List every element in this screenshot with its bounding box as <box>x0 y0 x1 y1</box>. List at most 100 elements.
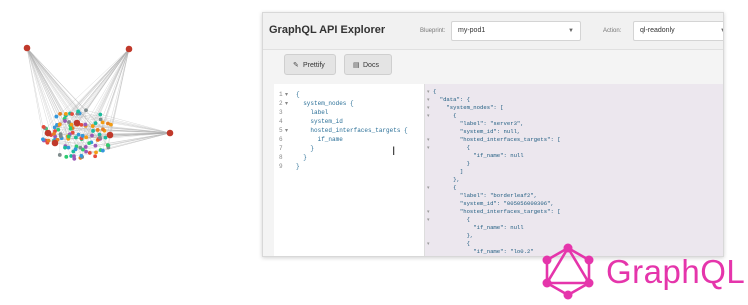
result-text: "if_name": null <box>433 152 524 159</box>
graph-node <box>41 137 45 141</box>
editor-code: } <box>296 144 314 153</box>
graph-node <box>64 112 68 116</box>
result-line: "if_name": "lo0.2" <box>433 248 534 256</box>
graph-hub-node <box>107 132 114 139</box>
result-line: ▾ "hosted_interfaces_targets": [ <box>433 136 561 144</box>
result-text: "hosted_interfaces_targets": [ <box>433 208 561 215</box>
chevron-down-icon: ▼ <box>568 28 574 34</box>
result-line: "if_name": null <box>433 152 524 160</box>
result-text: "label": "borderleaf2", <box>433 192 537 199</box>
graph-node <box>98 113 102 117</box>
text-cursor-icon: I <box>392 144 402 158</box>
graph-hub-node <box>126 46 133 53</box>
result-text: { <box>433 88 436 95</box>
fold-toggle-icon[interactable]: ▾ <box>427 208 430 216</box>
graph-node <box>70 112 74 116</box>
blueprint-label: Blueprint: <box>420 28 445 34</box>
action-label: Action: <box>603 28 621 34</box>
fold-toggle-icon[interactable]: ▾ <box>427 240 430 248</box>
result-text: { <box>433 240 470 247</box>
result-text: } <box>433 160 470 167</box>
result-text: { <box>433 112 457 119</box>
graph-node <box>106 143 110 147</box>
result-text: "data": { <box>433 96 470 103</box>
line-number: 8 <box>279 153 293 162</box>
graph-node <box>79 146 83 150</box>
result-text: "system_id": "005056000306", <box>433 200 554 207</box>
editor-code: system_id <box>296 117 343 126</box>
result-line: ▾ { <box>433 144 470 152</box>
graph-node <box>77 133 81 137</box>
graph-node <box>70 123 74 127</box>
docs-label: Docs <box>363 62 379 69</box>
graph-node <box>94 121 98 125</box>
graph-node <box>94 151 98 155</box>
graph-hub-node <box>24 45 31 52</box>
fold-toggle-icon[interactable]: ▾ <box>427 104 430 112</box>
editor-code: } <box>296 153 307 162</box>
network-graph <box>0 30 200 210</box>
prettify-button[interactable]: ✎Prettify <box>284 54 336 75</box>
blueprint-select[interactable]: my-pod1 ▼ <box>451 21 581 41</box>
result-line: ▾ { <box>433 184 457 192</box>
graph-edge <box>27 48 98 130</box>
graph-node <box>76 110 80 114</box>
query-editor[interactable]: 1▾{2▾ system_nodes {3 label4 system_id5▾… <box>274 84 425 256</box>
editor-code: { <box>296 90 300 99</box>
graph-edge <box>27 48 58 130</box>
result-text: { <box>433 216 470 223</box>
graph-node <box>83 123 87 127</box>
fold-toggle-icon[interactable]: ▾ <box>427 136 430 144</box>
result-line: ▾ "hosted_interfaces_targets": [ <box>433 208 561 216</box>
result-text: "label": "server3", <box>433 120 524 127</box>
graph-node <box>58 123 62 127</box>
action-value: ql-readonly <box>640 27 675 34</box>
graph-hub-node <box>45 130 52 137</box>
result-text: "system_nodes": [ <box>433 104 504 111</box>
result-line: ] <box>433 168 463 176</box>
graph-node <box>94 144 98 148</box>
editor-code: system_nodes { <box>296 99 354 108</box>
fold-toggle-icon[interactable]: ▾ <box>427 112 430 120</box>
graphql-explorer-window: GraphQL API Explorer Blueprint: my-pod1 … <box>262 12 724 257</box>
graph-node <box>42 125 46 129</box>
graph-node <box>84 150 88 154</box>
graph-node <box>81 134 85 138</box>
graph-node <box>91 129 95 133</box>
line-number: 6 <box>279 135 293 144</box>
fold-toggle-icon[interactable]: ▾ <box>427 184 430 192</box>
graph-node <box>66 146 70 150</box>
explorer-toolbar: ✎Prettify ▤Docs <box>263 50 723 82</box>
graph-node <box>90 134 94 138</box>
editor-code: if_name <box>296 135 343 144</box>
result-text: { <box>433 144 470 151</box>
graph-node <box>54 115 58 119</box>
graph-node <box>96 128 100 132</box>
graph-node <box>67 135 71 139</box>
editor-code: } <box>296 162 300 171</box>
result-text: }, <box>433 176 460 183</box>
fold-toggle-icon[interactable]: ▾ <box>427 88 430 96</box>
result-line: "if_name": null <box>433 224 524 232</box>
graph-node <box>64 155 68 159</box>
result-panel: ▾{▾ "data": {▾ "system_nodes": [▾ { "lab… <box>425 84 723 256</box>
result-text: "system_id": null, <box>433 128 520 135</box>
result-text: ] <box>433 168 463 175</box>
graph-edge <box>85 49 129 125</box>
fold-toggle-icon[interactable]: ▾ <box>427 216 430 224</box>
fold-toggle-icon[interactable]: ▾ <box>427 144 430 152</box>
graph-node <box>106 122 110 126</box>
result-line: "label": "server3", <box>433 120 524 128</box>
graph-node <box>88 151 92 155</box>
result-line: ▾ "data": { <box>433 96 470 104</box>
graphql-logo-text: GraphQL <box>606 253 745 291</box>
action-select[interactable]: ql-readonly ▼ <box>633 21 724 41</box>
fold-toggle-icon[interactable]: ▾ <box>427 96 430 104</box>
graph-node <box>84 135 88 139</box>
line-number: 7 <box>279 144 293 153</box>
graph-node <box>104 136 108 140</box>
result-line: "label": "borderleaf2", <box>433 192 537 200</box>
result-text: { <box>433 184 457 191</box>
book-icon: ▤ <box>353 61 363 69</box>
docs-button[interactable]: ▤Docs <box>344 54 392 75</box>
